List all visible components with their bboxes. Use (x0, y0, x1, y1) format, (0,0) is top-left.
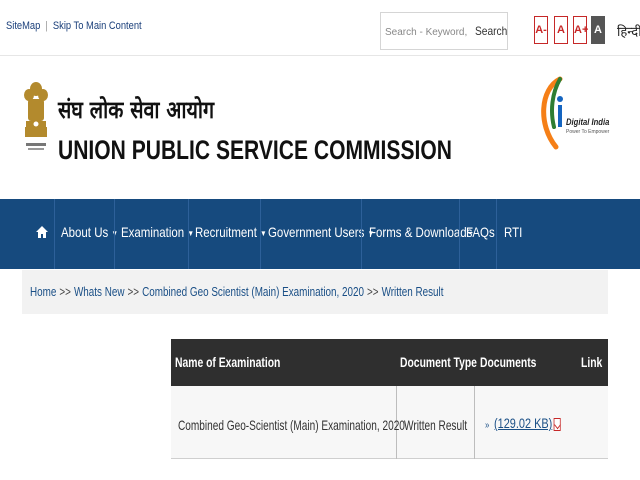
nav-about-us[interactable]: About Us▼ (61, 224, 118, 240)
breadcrumb-separator: >> (59, 284, 71, 299)
breadcrumb-trail: Home >> Whats New >> Combined Geo Scientist … (30, 284, 443, 299)
breadcrumb-home[interactable]: Home (30, 284, 56, 299)
nav-government-users[interactable]: Government Users ▼ (268, 224, 374, 240)
font-increase-button[interactable]: A+ (573, 16, 589, 44)
header-name-of-examination: Name of Examination (175, 354, 281, 370)
breadcrumb-separator: >> (127, 284, 140, 299)
header-document-type: Document Type (400, 354, 477, 370)
sitemap-link[interactable]: SiteMap (6, 20, 40, 32)
language-hindi-link[interactable]: हिन्दी (617, 22, 640, 40)
main-navigation: About Us▼ Examination▼ Recruitment▼ Gove… (0, 199, 640, 269)
high-contrast-button[interactable]: A (591, 16, 605, 44)
bullet-icon: » (485, 420, 490, 431)
font-decrease-button[interactable]: A- (534, 16, 548, 44)
top-links-divider: | (45, 20, 48, 32)
search-box: Search (380, 12, 508, 50)
nav-recruitment[interactable]: Recruitment ▼ (195, 224, 267, 240)
results-table: Name of Examination Document Type Docume… (171, 339, 608, 459)
digital-india-logo-icon (541, 76, 563, 150)
nav-government-users-label: Government Users (268, 224, 365, 240)
column-divider (474, 386, 475, 459)
search-input[interactable] (385, 23, 469, 41)
digital-india-tagline: Power To Empower (566, 129, 610, 135)
font-increase-label: A+ (574, 24, 589, 36)
nav-divider (260, 199, 261, 269)
breadcrumb-exam[interactable]: Combined Geo Scientist (Main) Examinatio… (142, 284, 364, 299)
cell-document: » (129.02 KB) (485, 415, 561, 431)
nav-divider (54, 199, 55, 269)
nav-divider (496, 199, 497, 269)
nav-rti-label: RTI (504, 224, 523, 240)
document-download-link[interactable]: (129.02 KB) (494, 415, 552, 431)
nav-divider (361, 199, 362, 269)
header-documents: Documents (480, 354, 537, 370)
nav-examination[interactable]: Examination ▼ (121, 224, 194, 240)
national-emblem-icon (24, 82, 48, 150)
nav-examination-label: Examination (121, 224, 185, 240)
breadcrumb-current[interactable]: Written Result (382, 284, 444, 299)
utility-bar: SiteMap | Skip To Main Content Search A- A… (0, 0, 640, 56)
table-header: Name of Examination Document Type Docume… (171, 339, 608, 386)
skip-to-content-link[interactable]: Skip To Main Content (53, 20, 142, 32)
chevron-down-icon: ▼ (260, 228, 267, 238)
table-row: Combined Geo-Scientist (Main) Examinatio… (171, 386, 608, 459)
nav-forms-downloads-label: Forms & Downloads (369, 224, 473, 240)
header-link: Link (581, 354, 603, 370)
cell-exam-name: Combined Geo-Scientist (Main) Examinatio… (178, 417, 405, 433)
breadcrumb-whats-new[interactable]: Whats New (74, 284, 125, 299)
nav-about-us-label: About Us (61, 224, 109, 240)
font-normal-button[interactable]: A (554, 16, 568, 44)
nav-divider (114, 199, 115, 269)
breadcrumb-separator: >> (367, 284, 379, 299)
search-button[interactable]: Search (475, 24, 507, 38)
nav-faqs[interactable]: FAQs (466, 224, 495, 240)
pdf-icon[interactable] (553, 417, 561, 431)
english-title[interactable]: UNION PUBLIC SERVICE COMMISSION (58, 135, 452, 166)
nav-forms-downloads[interactable]: Forms & Downloads (369, 224, 472, 240)
font-normal-label: A (557, 24, 565, 36)
cell-document-type: Written Result (404, 417, 468, 433)
breadcrumb: Home >> Whats New >> Combined Geo Scientist … (22, 270, 608, 314)
site-header: संघ लोक सेवा आयोग UNION PUBLIC SERVICE C… (0, 57, 640, 199)
home-icon[interactable] (35, 225, 49, 239)
nav-divider (459, 199, 460, 269)
font-decrease-label: A- (535, 24, 547, 36)
top-links: SiteMap | Skip To Main Content (6, 20, 142, 32)
high-contrast-label: A (594, 24, 602, 36)
nav-recruitment-label: Recruitment (195, 224, 257, 240)
digital-india-text: Digital India (566, 117, 610, 127)
nav-faqs-label: FAQs (466, 224, 495, 240)
nav-rti[interactable]: RTI (504, 224, 522, 240)
nav-divider (188, 199, 189, 269)
hindi-title: संघ लोक सेवा आयोग (58, 95, 215, 124)
